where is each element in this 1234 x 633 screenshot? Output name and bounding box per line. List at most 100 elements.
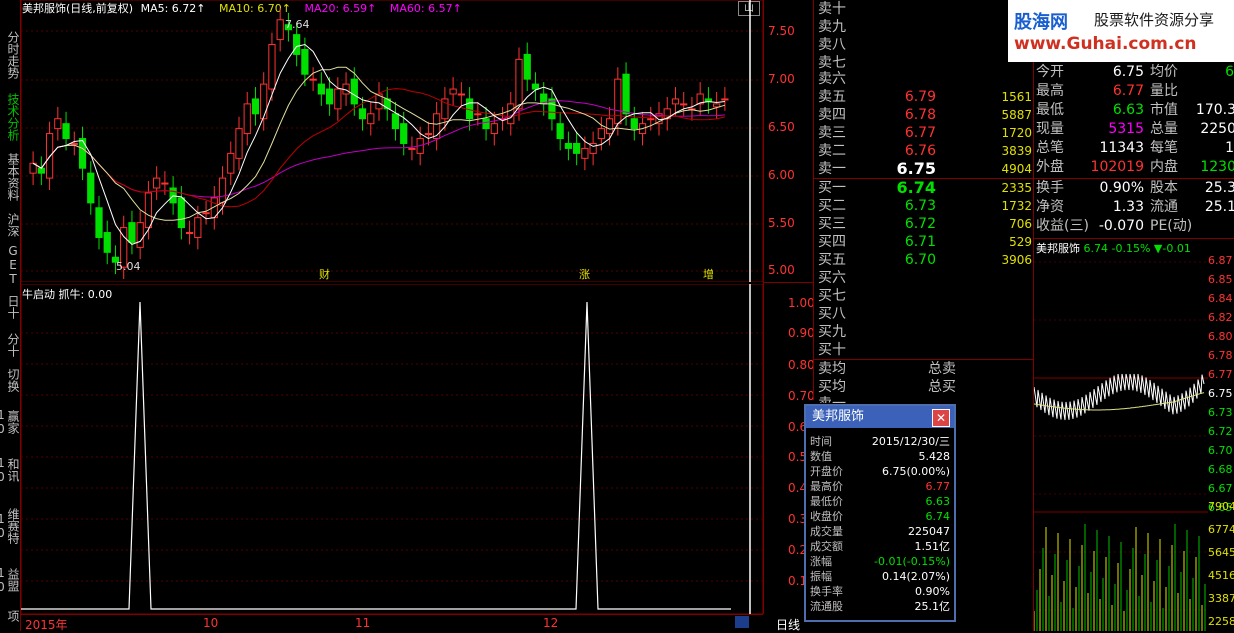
- tab-min-ten[interactable]: 分十: [0, 332, 20, 358]
- candle-body: [408, 147, 416, 150]
- candle-body: [391, 113, 400, 130]
- bid-label: 买二: [818, 198, 846, 214]
- ask-label: 卖八: [818, 37, 846, 53]
- tab-fundamentals[interactable]: 基本资料: [0, 152, 20, 202]
- candle-body: [474, 113, 482, 116]
- ask-label: 卖九: [818, 19, 846, 35]
- mini-axis-tick: 6.70: [1208, 444, 1233, 457]
- date-axis: 2015年 10 11 12: [21, 614, 763, 632]
- candle-body: [202, 212, 210, 215]
- kline-chart: 7.64 5.04 财 涨 增: [21, 0, 763, 282]
- candle-body: [268, 44, 276, 90]
- data-window[interactable]: 美邦服饰 ✕ 时间 2015/12/30/三 数值 5.428 开盘价 6.75(0.…: [804, 404, 956, 622]
- quote-value: 2250: [1200, 121, 1234, 137]
- candle-body: [293, 34, 301, 55]
- bid-avg-label: 买均: [818, 379, 846, 395]
- volume-axis-tick: 4516: [1208, 569, 1234, 582]
- candle-body: [95, 207, 103, 238]
- bid-price[interactable]: 6.73: [890, 197, 936, 215]
- quote-value: 170.3: [1195, 102, 1234, 118]
- quote-key: 总量: [1150, 121, 1178, 137]
- logo-url: www.Guhai.com.cn: [1014, 34, 1197, 54]
- date-label: 10: [203, 616, 219, 630]
- candle-body: [70, 142, 78, 145]
- bid-price[interactable]: 6.70: [890, 251, 936, 269]
- dw-value: 2015/12/30/三: [871, 435, 950, 448]
- tab-technical-analysis[interactable]: 技术分析: [0, 92, 20, 142]
- dw-key: 开盘价: [810, 465, 843, 478]
- volume-axis-tick: 7904: [1208, 500, 1234, 513]
- candle-body: [556, 123, 564, 140]
- quote-key: 流通: [1150, 199, 1178, 215]
- tab-weisaite[interactable]: 维赛特10: [0, 498, 20, 554]
- tab-item[interactable]: 项: [0, 606, 20, 626]
- candle-body: [531, 83, 540, 90]
- candle-body: [161, 182, 169, 185]
- mini-axis-tick: 6.68: [1208, 463, 1233, 476]
- tab-winner[interactable]: 赢家10: [0, 402, 20, 442]
- quote-key: 最高: [1036, 83, 1064, 99]
- candle-body: [482, 118, 490, 130]
- date-label: 11: [355, 616, 371, 630]
- mini-axis-tick: 6.75: [1208, 387, 1233, 400]
- data-window-titlebar[interactable]: 美邦服饰 ✕: [806, 406, 954, 428]
- mini-axis-tick: 6.67: [1208, 482, 1233, 495]
- tab-switch[interactable]: 切换: [0, 366, 20, 394]
- candle-body: [45, 133, 54, 179]
- indicator-grid: [21, 284, 763, 614]
- candle-body: [317, 83, 325, 95]
- bid-label: 买七: [818, 288, 846, 304]
- ask-label: 卖十: [818, 1, 846, 17]
- ask-price[interactable]: 6.76: [890, 142, 936, 160]
- event-mark-finance: 财: [319, 267, 330, 281]
- candle-body: [260, 83, 268, 120]
- period-label[interactable]: 日线: [776, 616, 800, 633]
- candle-body: [433, 113, 441, 140]
- ask-label: 卖二: [818, 143, 846, 159]
- quote-key: 市值: [1150, 102, 1178, 118]
- candle-body: [185, 232, 194, 235]
- candle-body: [153, 177, 161, 189]
- mini-axis-tick: 6.72: [1208, 425, 1233, 438]
- ask-price[interactable]: 6.78: [890, 106, 936, 124]
- ask-price[interactable]: 6.79: [890, 88, 936, 106]
- quote-value: 5315: [1108, 121, 1144, 137]
- bid-label: 买九: [818, 324, 846, 340]
- tab-intraday[interactable]: 分时走势: [0, 30, 20, 80]
- bid-price[interactable]: 6.71: [890, 233, 936, 251]
- scroll-indicator[interactable]: [735, 616, 749, 628]
- candle-body: [136, 222, 144, 248]
- mini-axis-tick: 6.82: [1208, 311, 1233, 324]
- quote-key: 换手: [1036, 180, 1064, 196]
- bid-volume: 1732: [1001, 199, 1032, 213]
- tab-get[interactable]: GET: [0, 244, 20, 286]
- candlesticks: [29, 7, 729, 280]
- candle-body: [78, 138, 87, 169]
- event-mark-rise: 涨: [579, 268, 590, 281]
- candle-body: [350, 78, 358, 105]
- candle-body: [564, 142, 573, 149]
- dw-value: 25.1亿: [914, 600, 951, 613]
- quote-key: 内盘: [1150, 159, 1178, 175]
- ask-price[interactable]: 6.75: [890, 160, 936, 178]
- bid-label: 买八: [818, 306, 846, 322]
- dw-value: -0.01(-0.15%): [874, 555, 950, 568]
- bid-price[interactable]: 6.72: [890, 215, 936, 233]
- bid-price[interactable]: 6.74: [890, 179, 936, 197]
- quote-value: -0.070: [1098, 218, 1144, 234]
- tab-hexun[interactable]: 和讯10: [0, 450, 20, 490]
- tab-shsz[interactable]: 沪深: [0, 212, 20, 238]
- tab-yimeng[interactable]: 益盟10: [0, 560, 20, 600]
- close-icon[interactable]: ✕: [932, 409, 950, 427]
- quote-key: 均价: [1150, 64, 1178, 80]
- dw-value: 6.77: [925, 480, 951, 493]
- bid-label: 买十: [818, 342, 846, 358]
- quote-value: 6: [1225, 64, 1234, 80]
- candle-body: [37, 167, 45, 174]
- tab-day-ten[interactable]: 日十: [0, 292, 20, 322]
- quote-key: 收益(三): [1036, 218, 1089, 234]
- zhuaniu-line: [21, 301, 731, 610]
- bid-label: 买一: [818, 180, 846, 196]
- ask-price[interactable]: 6.77: [890, 124, 936, 142]
- dw-value: 1.51亿: [914, 540, 951, 553]
